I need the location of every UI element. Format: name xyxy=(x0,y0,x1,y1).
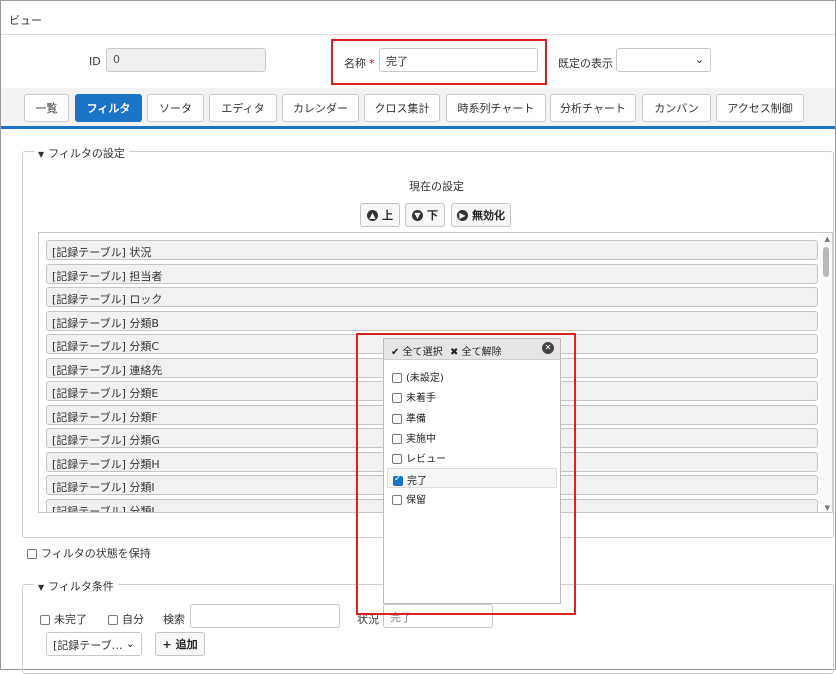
add-button[interactable]: + 追加 xyxy=(155,632,205,656)
id-label: ID xyxy=(89,55,101,68)
tab-4[interactable]: エディタ xyxy=(209,94,277,122)
status-option-label: (未設定) xyxy=(406,373,444,384)
dropdown-header: ✔ 全て選択 ✖ 全て解除 ✕ xyxy=(384,339,560,360)
name-field[interactable]: 完了 xyxy=(379,48,538,72)
status-option-label: 準備 xyxy=(406,413,426,425)
chevron-down-icon: ⌄ xyxy=(125,637,135,650)
up-circle-icon: ▲ xyxy=(367,209,378,221)
checked-checkbox-icon xyxy=(393,474,403,486)
x-icon: ✖ xyxy=(450,347,459,358)
plus-icon: + xyxy=(162,637,172,651)
chevron-down-icon: ⌄ xyxy=(694,53,704,66)
checkbox-icon xyxy=(27,549,37,559)
checkbox-icon xyxy=(392,413,402,424)
status-option-label: 完了 xyxy=(407,475,427,487)
checkbox-icon xyxy=(392,393,402,404)
status-option[interactable]: レビュー xyxy=(387,447,557,467)
tab-9[interactable]: カンバン xyxy=(642,94,711,122)
select-all-button[interactable]: ✔ 全て選択 xyxy=(391,343,443,358)
disable-button[interactable]: ▶ 無効化 xyxy=(451,203,511,227)
status-option-label: 保留 xyxy=(406,494,426,506)
required-mark: * xyxy=(369,57,375,70)
triangle-down-icon: ▼ xyxy=(38,150,45,159)
close-icon[interactable]: ✕ xyxy=(542,342,554,354)
tab-5[interactable]: カレンダー xyxy=(282,94,359,122)
tab-10[interactable]: アクセス制御 xyxy=(716,94,804,122)
checkbox-icon xyxy=(392,494,402,505)
deselect-all-button[interactable]: ✖ 全て解除 xyxy=(450,343,502,358)
scroll-down-icon[interactable]: ▼ xyxy=(825,504,830,512)
name-label: 名称 * xyxy=(344,57,375,70)
checkbox-icon xyxy=(392,433,402,444)
tab-3[interactable]: ソータ xyxy=(147,94,204,122)
list-item[interactable]: [記録テーブル] ロック xyxy=(46,287,818,307)
checkbox-icon xyxy=(392,454,402,465)
check-icon: ✔ xyxy=(391,347,400,358)
filter-conditions-legend[interactable]: ▼ フィルタ条件 xyxy=(34,578,118,594)
tab-1[interactable]: 一覧 xyxy=(24,94,69,122)
move-up-button[interactable]: ▲ 上 xyxy=(360,203,400,227)
tab-7[interactable]: 時系列チャート xyxy=(446,94,546,122)
scroll-thumb[interactable] xyxy=(823,247,829,277)
tab-8[interactable]: 分析チャート xyxy=(550,94,636,122)
tab-2[interactable]: フィルタ xyxy=(75,94,142,122)
status-option[interactable]: 完了 xyxy=(387,467,557,488)
status-option-label: 未着手 xyxy=(406,393,436,405)
disable-circle-icon: ▶ xyxy=(457,209,468,221)
checkbox-icon xyxy=(40,615,50,625)
triangle-down-icon: ▼ xyxy=(38,583,45,592)
checkbox-icon xyxy=(108,615,118,625)
id-field: 0 xyxy=(106,48,266,72)
list-item[interactable]: [記録テーブル] 状況 xyxy=(46,240,818,260)
checkbox-icon xyxy=(392,373,402,383)
status-option[interactable]: 実施中 xyxy=(387,427,557,447)
status-option[interactable]: 準備 xyxy=(387,407,557,427)
current-settings-label: 現在の設定 xyxy=(409,180,464,193)
default-display-select[interactable]: ⌄ xyxy=(616,48,711,72)
title-bar: ビュー xyxy=(1,1,835,35)
filter-settings-legend[interactable]: ▼ フィルタの設定 xyxy=(34,145,129,161)
default-display-label: 既定の表示 xyxy=(558,57,613,70)
scrollbar[interactable]: ▲ ▼ xyxy=(820,233,832,512)
incomplete-checkbox[interactable]: 未完了 xyxy=(40,611,87,627)
scroll-up-icon[interactable]: ▲ xyxy=(825,235,830,243)
tab-6[interactable]: クロス集計 xyxy=(364,94,440,122)
own-checkbox[interactable]: 自分 xyxy=(108,611,144,627)
search-label: 検索 xyxy=(163,613,185,626)
window-title: ビュー xyxy=(9,14,42,27)
list-item[interactable]: [記録テーブル] 分類B xyxy=(46,310,818,331)
move-down-button[interactable]: ▼ 下 xyxy=(405,203,445,227)
status-option-label: レビュー xyxy=(406,454,446,466)
column-select-value: [記録テーブ… xyxy=(53,639,123,652)
status-option[interactable]: (未設定) xyxy=(387,366,557,386)
status-option[interactable]: 未着手 xyxy=(387,386,557,406)
status-option[interactable]: 保留 xyxy=(387,488,557,508)
down-circle-icon: ▼ xyxy=(412,209,423,221)
keep-state-checkbox[interactable]: フィルタの状態を保持 xyxy=(27,545,151,561)
list-item[interactable]: [記録テーブル] 担当者 xyxy=(46,263,818,284)
status-dropdown: ✔ 全て選択 ✖ 全て解除 ✕ (未設定) 未着手準備実施中レビュー完了保留 xyxy=(383,338,561,604)
status-option-label: 実施中 xyxy=(406,433,436,445)
search-input[interactable] xyxy=(190,604,340,628)
column-select[interactable]: [記録テーブ… ⌄ xyxy=(46,632,142,656)
